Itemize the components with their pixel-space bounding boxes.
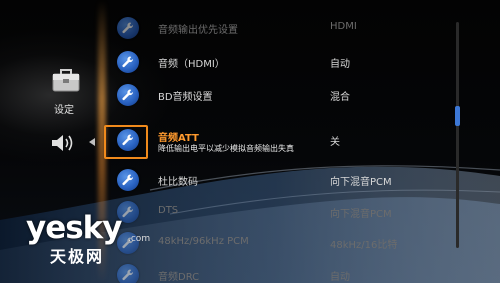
watermark-letters: yesky xyxy=(26,210,123,246)
setting-label: 杜比数码 xyxy=(158,177,198,188)
wrench-icon xyxy=(117,17,139,39)
setting-value: 自动 xyxy=(330,272,350,283)
setting-value: 向下混音PCM xyxy=(330,209,392,220)
setting-row-audio-att[interactable]: 音频ATT 降低输出电平以减少模拟音频输出失真 关 xyxy=(110,126,450,156)
setting-label: 音频（HDMI） xyxy=(158,59,225,70)
setting-row-dts[interactable]: DTS 向下混音PCM xyxy=(110,198,450,228)
setting-label: DTS xyxy=(158,205,179,216)
setting-value: 关 xyxy=(330,137,340,148)
setting-value: 自动 xyxy=(330,59,350,70)
setting-label: 音频输出优先设置 xyxy=(158,25,238,36)
setting-row-dolby-digital[interactable]: 杜比数码 向下混音PCM xyxy=(110,166,450,196)
setting-value: 混合 xyxy=(330,92,350,103)
setting-value: 48kHz/16比特 xyxy=(330,240,398,251)
scrollbar-thumb[interactable] xyxy=(455,106,460,126)
setting-row-audio-hdmi[interactable]: 音频（HDMI） 自动 xyxy=(110,48,450,78)
selection-frame xyxy=(104,125,148,159)
wrench-icon xyxy=(117,51,139,73)
setting-description: 降低输出电平以减少模拟音频输出失真 xyxy=(158,144,294,153)
setting-row-audio-output-priority[interactable]: 音频输出优先设置 HDMI xyxy=(110,14,450,44)
wrench-icon xyxy=(117,169,139,191)
setting-value: HDMI xyxy=(330,21,357,32)
setting-label: 音频DRC xyxy=(158,272,200,283)
setting-row-bd-audio[interactable]: BD音频设置 混合 xyxy=(110,81,450,111)
setting-row-audio-drc[interactable]: 音频DRC 自动 xyxy=(110,261,450,283)
wrench-icon xyxy=(117,84,139,106)
setting-label: BD音频设置 xyxy=(158,92,213,103)
setting-row-pcm[interactable]: 48kHz/96kHz PCM 48kHz/16比特 xyxy=(110,229,450,259)
setting-label: 48kHz/96kHz PCM xyxy=(158,236,249,247)
yesky-watermark-logo: yesky 天极网 .com xyxy=(26,210,156,272)
setting-label: 音频ATT xyxy=(158,133,199,144)
scrollbar-track[interactable] xyxy=(456,22,459,248)
settings-screen: 设定 音频输出优先设置 HDMI 音频（HDMI） 自动 BD音频设置 混合 音… xyxy=(0,0,500,283)
watermark-cn: 天极网 xyxy=(50,247,105,266)
watermark-com: .com xyxy=(128,234,151,244)
setting-value: 向下混音PCM xyxy=(330,177,392,188)
